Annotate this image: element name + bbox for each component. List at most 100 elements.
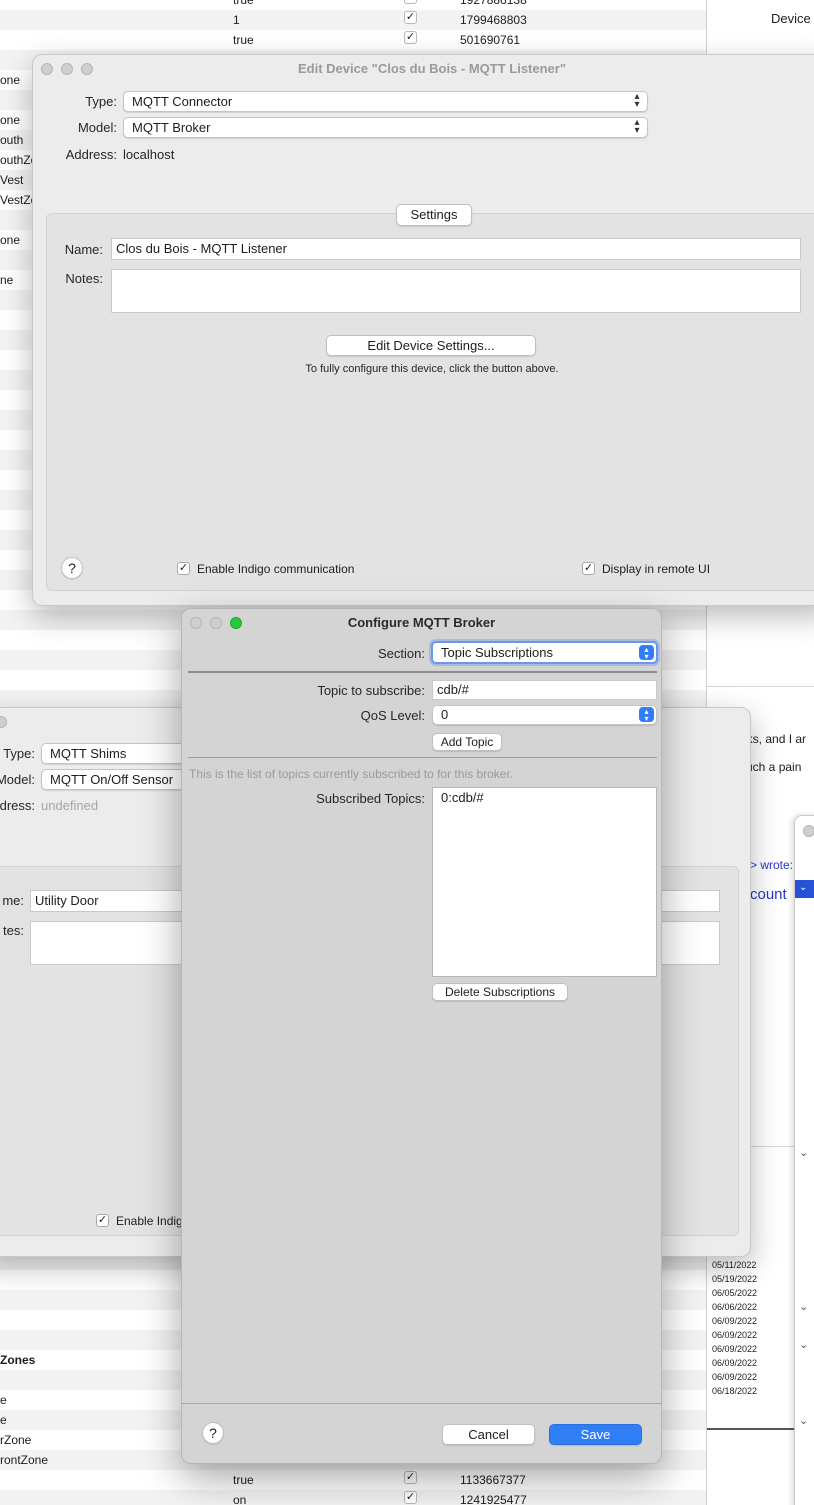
- chevron-down-icon[interactable]: ⌄: [799, 1414, 808, 1427]
- save-button[interactable]: Save: [549, 1424, 642, 1445]
- chevron-down-icon: ⌄: [799, 882, 808, 893]
- window-controls: [0, 716, 7, 728]
- notes-field[interactable]: [111, 269, 801, 313]
- window-minimize-button[interactable]: [210, 617, 222, 629]
- up-down-arrows-icon: ▴ ▾: [634, 91, 640, 110]
- row-value: 1: [233, 13, 240, 27]
- window-close-button[interactable]: [0, 716, 7, 728]
- selected-row[interactable]: ⌄: [795, 880, 814, 898]
- row-value: true: [233, 33, 254, 47]
- date-item: 05/19/2022: [712, 1274, 758, 1284]
- qos-label: QoS Level:: [360, 708, 425, 723]
- row-checkbox[interactable]: ✓: [404, 1491, 417, 1504]
- type-popup[interactable]: MQTT Shims: [41, 743, 191, 764]
- window-close-button[interactable]: [190, 617, 202, 629]
- type-value: MQTT Shims: [50, 746, 127, 761]
- help-button[interactable]: ?: [202, 1422, 224, 1444]
- table-row[interactable]: 1 ✓ 1799468803: [0, 10, 706, 30]
- info-separator: [188, 757, 657, 758]
- window-close-button[interactable]: [41, 63, 53, 75]
- table-row[interactable]: on ✓ 1241925477: [0, 1490, 706, 1505]
- add-topic-button[interactable]: Add Topic: [432, 733, 502, 751]
- settings-tab[interactable]: Settings: [396, 204, 472, 226]
- date-item: 06/09/2022: [712, 1372, 758, 1382]
- qos-value: 0: [441, 707, 449, 722]
- row-checkbox[interactable]: ✓: [404, 11, 417, 24]
- model-popup[interactable]: MQTT Broker ▴ ▾: [123, 117, 648, 138]
- type-label: Type:: [3, 746, 35, 761]
- account-link[interactable]: count: [750, 886, 787, 903]
- enable-communication-checkbox[interactable]: ✓: [177, 562, 190, 575]
- list-item[interactable]: 0:cdb/#: [441, 790, 648, 805]
- subscribed-topics-list[interactable]: 0:cdb/#: [432, 787, 657, 977]
- window-controls: [190, 617, 242, 629]
- row-name: e: [0, 1413, 7, 1427]
- type-popup[interactable]: MQTT Connector ▴ ▾: [123, 91, 648, 112]
- settings-group: Name: Clos du Bois - MQTT Listener Notes…: [46, 213, 814, 591]
- display-remote-ui-checkbox[interactable]: ✓: [582, 562, 595, 575]
- model-label: Model:: [77, 120, 117, 135]
- row-name: rontZone: [0, 1453, 49, 1467]
- row-checkbox[interactable]: ✓: [404, 0, 417, 4]
- table-row[interactable]: true ✓ 501690761: [0, 30, 706, 50]
- window-title: Edit Device "Clos du Bois - MQTT Listene…: [297, 61, 567, 76]
- row-checkbox[interactable]: ✓: [404, 31, 417, 44]
- notes-label: tes:: [3, 923, 24, 938]
- row-id: 1927886138: [460, 0, 527, 7]
- window-zoom-button[interactable]: [81, 63, 93, 75]
- model-label: Model:: [0, 772, 35, 787]
- date-item: 05/11/2022: [712, 1260, 757, 1270]
- window-title: Configure MQTT Broker: [347, 615, 496, 630]
- name-label: me:: [2, 893, 24, 908]
- window-minimize-button[interactable]: [61, 63, 73, 75]
- row-name: rZone: [0, 1433, 32, 1447]
- wrote-link[interactable]: > wrote:: [750, 858, 793, 872]
- row-id: 501690761: [460, 33, 521, 47]
- window-controls: [41, 63, 93, 75]
- model-value: MQTT On/Off Sensor: [50, 772, 174, 787]
- button-bar-separator: [182, 1403, 661, 1404]
- row-id: 1241925477: [460, 1493, 527, 1505]
- edit-device-window: Edit Device "Clos du Bois - MQTT Listene…: [32, 54, 814, 606]
- type-value: MQTT Connector: [132, 94, 233, 109]
- section-popup[interactable]: Topic Subscriptions ▴ ▾: [431, 641, 658, 664]
- enable-communication-label: Enable Indigo communication: [197, 562, 355, 576]
- enable-communication-checkbox[interactable]: ✓: [96, 1214, 109, 1227]
- up-down-arrows-icon: ▴ ▾: [639, 707, 654, 723]
- qos-popup[interactable]: 0 ▴ ▾: [432, 705, 657, 725]
- row-checkbox[interactable]: ✓: [404, 1471, 417, 1484]
- date-item: 06/06/2022: [712, 1302, 758, 1312]
- chevron-down-icon[interactable]: ⌄: [799, 1146, 808, 1159]
- device-column-label: Device: [771, 11, 811, 26]
- topic-field[interactable]: cdb/#: [432, 680, 657, 700]
- model-popup[interactable]: MQTT On/Off Sensor: [41, 769, 191, 790]
- address-value: localhost: [123, 147, 175, 162]
- configure-broker-window: Configure MQTT Broker Section: Topic Sub…: [181, 608, 662, 1464]
- window-zoom-button[interactable]: [230, 617, 242, 629]
- row-name: Zones: [0, 1353, 36, 1367]
- subscribed-topics-label: Subscribed Topics:: [316, 791, 425, 806]
- address-label: Address:: [65, 147, 117, 162]
- date-item: 06/09/2022: [712, 1358, 758, 1368]
- row-value: true: [233, 0, 254, 7]
- chevron-down-icon[interactable]: ⌄: [799, 1300, 808, 1313]
- delete-subscriptions-button[interactable]: Delete Subscriptions: [432, 983, 568, 1001]
- section-label: Section:: [378, 646, 425, 661]
- date-item: 06/18/2022: [712, 1386, 758, 1396]
- date-item: 06/09/2022: [712, 1330, 758, 1340]
- help-button[interactable]: ?: [61, 557, 83, 579]
- window-close-button[interactable]: [803, 825, 814, 837]
- type-label: Type:: [85, 94, 117, 109]
- row-id: 1133667377: [460, 1473, 526, 1487]
- configure-hint: To fully configure this device, click th…: [305, 363, 559, 375]
- cancel-button[interactable]: Cancel: [442, 1424, 535, 1445]
- divider: [707, 1428, 795, 1430]
- chevron-down-icon[interactable]: ⌄: [799, 1338, 808, 1351]
- section-value: Topic Subscriptions: [441, 645, 553, 660]
- table-row[interactable]: true ✓ 1133667377: [0, 1470, 706, 1490]
- date-list: 05/11/2022 05/19/2022 06/05/2022 06/06/2…: [712, 1258, 772, 1398]
- edit-device-settings-button[interactable]: Edit Device Settings...: [326, 335, 536, 356]
- name-field[interactable]: Clos du Bois - MQTT Listener: [111, 238, 801, 260]
- topic-label: Topic to subscribe:: [317, 683, 425, 698]
- table-row[interactable]: true ✓ 1927886138: [0, 0, 706, 10]
